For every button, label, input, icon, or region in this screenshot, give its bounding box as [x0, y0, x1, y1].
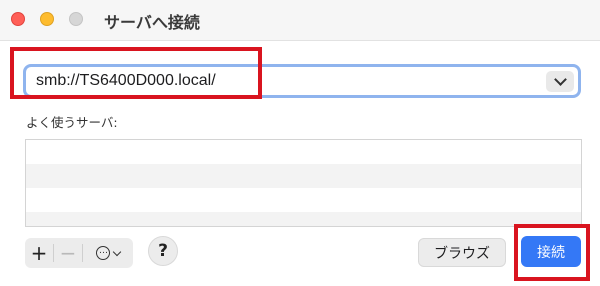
connect-button[interactable]: 接続: [521, 236, 581, 267]
add-server-button[interactable]: +: [25, 238, 53, 268]
zoom-window-button[interactable]: [69, 12, 83, 26]
browse-button[interactable]: ブラウズ: [418, 238, 506, 267]
help-button[interactable]: ?: [148, 236, 178, 266]
window-title: サーバへ接続: [104, 13, 200, 32]
remove-server-button[interactable]: −: [54, 238, 82, 268]
chevron-down-icon: [553, 73, 567, 86]
window-titlebar: サーバへ接続: [0, 0, 600, 41]
chevron-down-icon: [112, 247, 122, 256]
list-row[interactable]: [26, 164, 581, 188]
ellipsis-circle-icon: …: [96, 246, 110, 260]
list-row[interactable]: [26, 212, 581, 226]
list-row[interactable]: [26, 188, 581, 212]
close-window-button[interactable]: [11, 12, 25, 26]
recent-servers-dropdown[interactable]: [546, 71, 574, 92]
list-actions-segmented-control: + − …: [25, 238, 133, 268]
server-address-field[interactable]: smb://TS6400D000.local/: [23, 64, 581, 98]
favorite-servers-label: よく使うサーバ:: [26, 115, 118, 130]
favorite-servers-list[interactable]: [25, 139, 582, 227]
server-address-value[interactable]: smb://TS6400D000.local/: [36, 72, 216, 90]
list-row[interactable]: [26, 140, 581, 164]
minimize-window-button[interactable]: [40, 12, 54, 26]
more-actions-button[interactable]: …: [83, 238, 133, 268]
